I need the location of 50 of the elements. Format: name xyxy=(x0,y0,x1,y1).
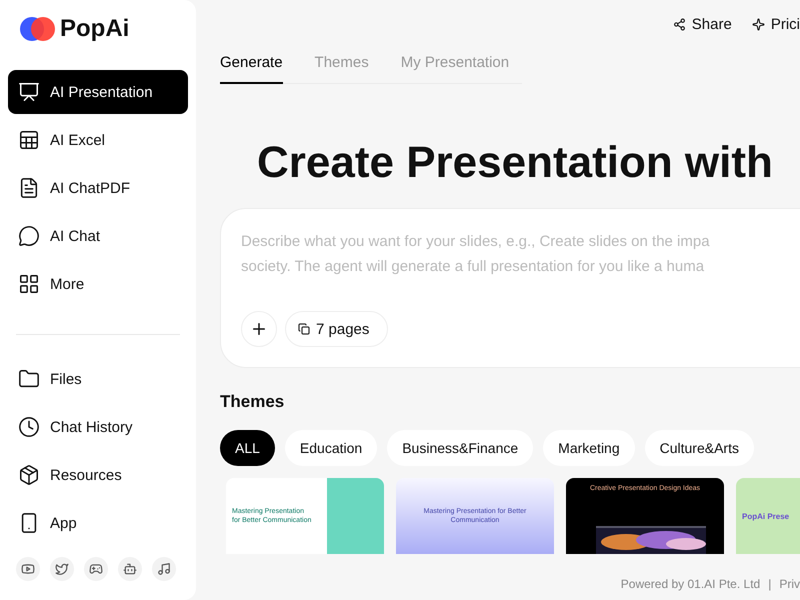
theme-thumbnail[interactable]: PopAi Prese xyxy=(736,478,800,554)
presentation-icon xyxy=(18,81,40,103)
page-count-button[interactable]: 7 pages xyxy=(285,311,388,347)
social-button[interactable] xyxy=(50,557,74,581)
filter-chip[interactable]: Marketing xyxy=(543,430,635,466)
robot-icon xyxy=(123,562,137,576)
sparkle-icon xyxy=(752,18,765,30)
slide-title: PopAi Prese xyxy=(742,512,790,520)
filter-chip[interactable]: ALL xyxy=(220,430,275,466)
bird-icon xyxy=(55,562,69,576)
page-title: Create Presentation with xyxy=(257,138,774,188)
logo-icon xyxy=(20,16,56,42)
sidebar-item[interactable]: Chat History xyxy=(8,405,188,449)
box-icon xyxy=(18,464,40,486)
brand-name: PopAi xyxy=(60,15,130,43)
social-button[interactable] xyxy=(16,557,40,581)
footer-separator: | xyxy=(768,577,772,591)
filter-chip[interactable]: Culture&Arts xyxy=(644,430,754,466)
filter-chip[interactable]: Business&Finance xyxy=(387,430,534,466)
gamepad-icon xyxy=(89,562,103,576)
chat-bubble-icon xyxy=(18,225,40,247)
social-button[interactable] xyxy=(84,557,108,581)
video-icon xyxy=(21,562,35,576)
sidebar-item[interactable]: Files xyxy=(8,357,188,401)
plus-icon xyxy=(250,320,268,338)
social-button[interactable] xyxy=(152,557,176,581)
clock-icon xyxy=(18,416,40,438)
sidebar-item[interactable]: Resources xyxy=(8,453,188,497)
filter-chip[interactable]: Education xyxy=(284,430,378,466)
header-link[interactable]: Prici xyxy=(752,16,800,32)
prompt-box[interactable]: Describe what you want for your slides, e.g., Create slides on the impa society. The agent will generate a full presentation for you like a huma 7 pages xyxy=(220,208,800,368)
sidebar-item[interactable]: AI ChatPDF xyxy=(8,166,188,210)
sidebar-item[interactable]: AI Presentation xyxy=(8,70,188,114)
footer-credit: Powered by 01.AI Pte. Ltd xyxy=(620,577,760,591)
sidebar-item[interactable]: AI Chat xyxy=(8,214,188,258)
share-icon xyxy=(672,18,686,30)
sidebar-item[interactable]: AI Excel xyxy=(8,118,188,162)
music-note-icon xyxy=(157,562,171,576)
copy-icon xyxy=(298,323,310,335)
section-heading: Themes xyxy=(220,392,286,412)
sidebar-item[interactable]: App xyxy=(8,501,188,545)
folder-icon xyxy=(18,368,40,390)
social-button[interactable] xyxy=(118,557,142,581)
grid-icon xyxy=(18,273,40,295)
document-icon xyxy=(18,177,40,199)
sidebar-item[interactable]: More xyxy=(8,262,188,306)
spreadsheet-icon xyxy=(18,129,40,151)
tab[interactable]: Generate xyxy=(220,48,283,84)
header-link[interactable]: Share xyxy=(672,16,732,32)
add-button[interactable] xyxy=(241,311,277,347)
